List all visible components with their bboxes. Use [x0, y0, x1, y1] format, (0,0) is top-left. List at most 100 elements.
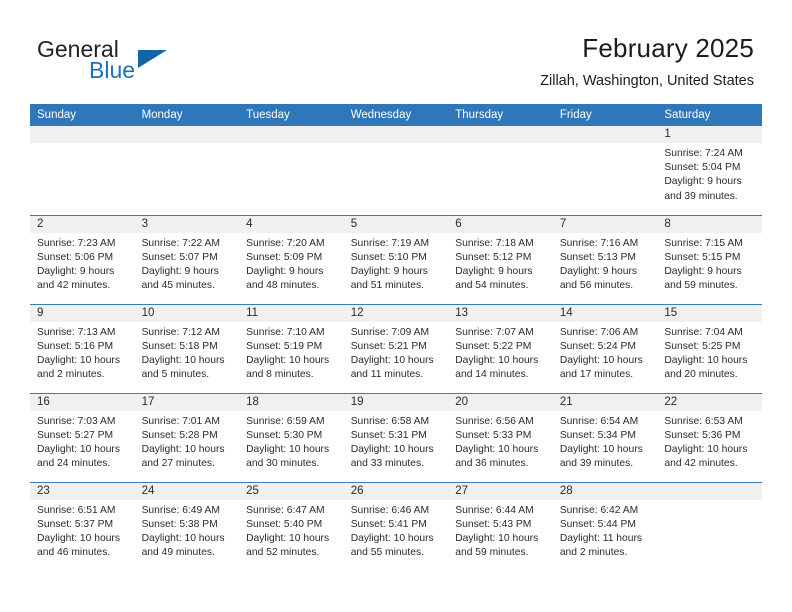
- daylight-text-line1: Daylight: 9 hours: [350, 265, 428, 277]
- weekday-header-thursday: Thursday: [448, 104, 553, 126]
- calendar-body: 1 Sunrise: 7:24 AM Sunset: 5:04 PM Daylight…: [30, 126, 762, 571]
- day-number: 26: [343, 482, 449, 500]
- calendar-day-cell[interactable]: 12 Sunrise: 7:09 AM Sunset: 5:21 PM Dayligh…: [343, 303, 449, 393]
- sunset-text: Sunset: 5:28 PM: [141, 429, 218, 441]
- calendar-day-cell[interactable]: 15 Sunrise: 7:04 AM Sunset: 5:25 PM Dayligh…: [657, 303, 762, 393]
- daylight-text-line2: and 33 minutes.: [350, 458, 424, 470]
- calendar-grid: Sunday Monday Tuesday Wednesday Thursday Frid…: [30, 104, 762, 571]
- calendar-day-cell-empty: [448, 126, 553, 215]
- sunrise-text: Sunrise: 7:22 AM: [141, 237, 220, 249]
- daylight-text-line1: Daylight: 10 hours: [37, 354, 120, 366]
- calendar-day-cell[interactable]: 2 Sunrise: 7:23 AM Sunset: 5:06 PM Daylight…: [30, 214, 135, 304]
- daylight-text-line1: Daylight: 10 hours: [141, 354, 225, 366]
- daylight-text-line2: and 42 minutes.: [664, 458, 738, 470]
- title-block: February 2025 Zillah, Washington, United…: [540, 32, 754, 90]
- daylight-text-line1: Daylight: 10 hours: [37, 443, 120, 455]
- calendar-table: Sunday Monday Tuesday Wednesday Thursday Frid…: [30, 104, 762, 571]
- calendar-day-cell[interactable]: 7 Sunrise: 7:16 AM Sunset: 5:13 PM Daylight…: [552, 214, 658, 304]
- day-number: [657, 482, 762, 500]
- calendar-day-cell[interactable]: 5 Sunrise: 7:19 AM Sunset: 5:10 PM Daylight…: [343, 214, 449, 304]
- sunrise-text: Sunrise: 7:07 AM: [455, 326, 534, 338]
- daylight-text-line1: Daylight: 10 hours: [664, 354, 748, 366]
- sunset-text: Sunset: 5:15 PM: [664, 251, 741, 263]
- calendar-day-cell[interactable]: 13 Sunrise: 7:07 AM Sunset: 5:22 PM Dayligh…: [448, 303, 553, 393]
- calendar-day-cell[interactable]: 21 Sunrise: 6:54 AM Sunset: 5:34 PM Dayligh…: [552, 392, 658, 482]
- sunrise-text: Sunrise: 6:51 AM: [37, 504, 116, 516]
- day-number: 19: [343, 393, 449, 411]
- calendar-day-cell[interactable]: 28 Sunrise: 6:42 AM Sunset: 5:44 PM Dayligh…: [552, 481, 658, 571]
- calendar-day-cell-empty: [552, 126, 658, 215]
- day-number: 23: [30, 482, 135, 500]
- calendar-day-cell[interactable]: 27 Sunrise: 6:44 AM Sunset: 5:43 PM Dayligh…: [448, 481, 553, 571]
- calendar-day-cell[interactable]: 10 Sunrise: 7:12 AM Sunset: 5:18 PM Dayligh…: [134, 303, 240, 393]
- weekday-header-sunday: Sunday: [30, 104, 135, 126]
- daylight-text-line1: Daylight: 10 hours: [455, 354, 539, 366]
- calendar-day-cell[interactable]: 17 Sunrise: 7:01 AM Sunset: 5:28 PM Dayligh…: [134, 392, 240, 482]
- calendar-day-cell-empty: [657, 481, 762, 571]
- calendar-day-cell[interactable]: 19 Sunrise: 6:58 AM Sunset: 5:31 PM Dayligh…: [343, 392, 449, 482]
- day-number: 18: [239, 393, 344, 411]
- day-details: Sunrise: 7:24 AM Sunset: 5:04 PM Daylight:…: [657, 143, 762, 204]
- calendar-day-cell[interactable]: 14 Sunrise: 7:06 AM Sunset: 5:24 PM Dayligh…: [552, 303, 658, 393]
- calendar-day-cell[interactable]: 8 Sunrise: 7:15 AM Sunset: 5:15 PM Daylight…: [657, 214, 762, 304]
- calendar-day-cell[interactable]: 26 Sunrise: 6:46 AM Sunset: 5:41 PM Dayligh…: [343, 481, 449, 571]
- daylight-text-line2: and 20 minutes.: [664, 369, 738, 381]
- daylight-text-line1: Daylight: 10 hours: [37, 532, 120, 544]
- day-number: 22: [657, 393, 762, 411]
- day-number: 6: [448, 215, 553, 233]
- daylight-text-line2: and 30 minutes.: [246, 458, 320, 470]
- calendar-day-cell[interactable]: 18 Sunrise: 6:59 AM Sunset: 5:30 PM Dayligh…: [239, 392, 344, 482]
- daylight-text-line1: Daylight: 10 hours: [141, 532, 225, 544]
- daylight-text-line2: and 54 minutes.: [455, 280, 529, 292]
- sunset-text: Sunset: 5:16 PM: [37, 340, 114, 352]
- calendar-day-cell[interactable]: 22 Sunrise: 6:53 AM Sunset: 5:36 PM Dayligh…: [657, 392, 762, 482]
- daylight-text-line1: Daylight: 10 hours: [455, 532, 539, 544]
- sunrise-text: Sunrise: 7:24 AM: [664, 148, 743, 159]
- sunset-text: Sunset: 5:07 PM: [141, 251, 218, 263]
- daylight-text-line1: Daylight: 10 hours: [350, 443, 434, 455]
- daylight-text-line2: and 27 minutes.: [141, 458, 215, 470]
- calendar-day-cell[interactable]: 1 Sunrise: 7:24 AM Sunset: 5:04 PM Daylight…: [657, 126, 762, 215]
- calendar-day-cell[interactable]: 25 Sunrise: 6:47 AM Sunset: 5:40 PM Dayligh…: [239, 481, 344, 571]
- sunrise-text: Sunrise: 7:12 AM: [141, 326, 220, 338]
- calendar-day-cell[interactable]: 23 Sunrise: 6:51 AM Sunset: 5:37 PM Dayligh…: [30, 481, 135, 571]
- sunset-text: Sunset: 5:12 PM: [455, 251, 532, 263]
- day-number: 24: [134, 482, 240, 500]
- day-number: 13: [448, 304, 553, 322]
- calendar-day-cell[interactable]: 16 Sunrise: 7:03 AM Sunset: 5:27 PM Dayligh…: [30, 392, 135, 482]
- brand-name-blue: Blue: [89, 57, 136, 83]
- day-details: Sunrise: 6:59 AM Sunset: 5:30 PM Daylight:…: [239, 411, 344, 472]
- daylight-text-line2: and 55 minutes.: [350, 547, 424, 559]
- daylight-text-line1: Daylight: 9 hours: [246, 265, 324, 277]
- day-number: 17: [134, 393, 240, 411]
- daylight-text-line2: and 56 minutes.: [559, 280, 634, 292]
- day-details: Sunrise: 6:56 AM Sunset: 5:33 PM Daylight:…: [448, 411, 553, 472]
- triangle-icon: [138, 50, 167, 68]
- calendar-day-cell[interactable]: 11 Sunrise: 7:10 AM Sunset: 5:19 PM Dayligh…: [239, 303, 344, 393]
- brand-logo[interactable]: General Blue: [37, 37, 217, 85]
- calendar-day-cell[interactable]: 4 Sunrise: 7:20 AM Sunset: 5:09 PM Daylight…: [239, 214, 344, 304]
- weekday-header-tuesday: Tuesday: [239, 104, 344, 126]
- daylight-text-line1: Daylight: 11 hours: [559, 532, 643, 544]
- calendar-day-cell[interactable]: 20 Sunrise: 6:56 AM Sunset: 5:33 PM Dayligh…: [448, 392, 553, 482]
- daylight-text-line2: and 46 minutes.: [37, 547, 111, 559]
- daylight-text-line2: and 39 minutes.: [559, 458, 634, 470]
- daylight-text-line1: Daylight: 9 hours: [141, 265, 219, 277]
- calendar-day-cell[interactable]: 3 Sunrise: 7:22 AM Sunset: 5:07 PM Daylight…: [134, 214, 240, 304]
- sunrise-text: Sunrise: 6:58 AM: [350, 415, 430, 427]
- daylight-text-line1: Daylight: 10 hours: [559, 354, 643, 366]
- daylight-text-line1: Daylight: 10 hours: [246, 443, 330, 455]
- calendar-day-cell[interactable]: 24 Sunrise: 6:49 AM Sunset: 5:38 PM Dayligh…: [134, 481, 240, 571]
- calendar-day-cell[interactable]: 9 Sunrise: 7:13 AM Sunset: 5:16 PM Daylight…: [30, 303, 135, 393]
- daylight-text-line1: Daylight: 10 hours: [141, 443, 225, 455]
- calendar-day-cell-empty: [30, 126, 135, 215]
- sunrise-text: Sunrise: 7:20 AM: [246, 237, 325, 249]
- sunrise-text: Sunrise: 7:13 AM: [37, 326, 116, 338]
- day-number: 16: [30, 393, 135, 411]
- day-details: Sunrise: 7:22 AM Sunset: 5:07 PM Daylight:…: [135, 233, 240, 294]
- day-details: Sunrise: 7:23 AM Sunset: 5:06 PM Daylight:…: [30, 233, 135, 294]
- calendar-day-cell[interactable]: 6 Sunrise: 7:18 AM Sunset: 5:12 PM Daylight…: [448, 214, 553, 304]
- day-number: [30, 126, 135, 143]
- daylight-text-line1: Daylight: 10 hours: [455, 443, 539, 455]
- sunrise-text: Sunrise: 7:09 AM: [350, 326, 430, 338]
